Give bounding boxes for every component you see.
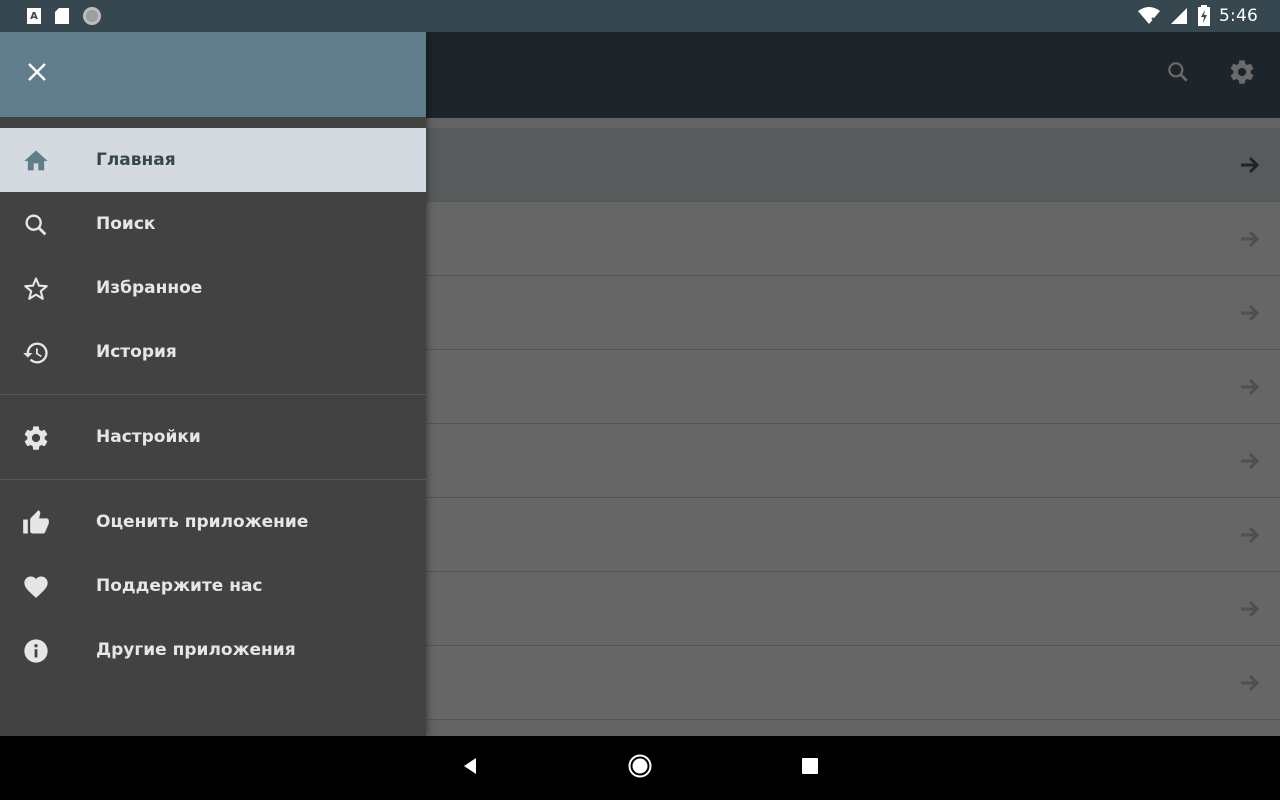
system-navigation-bar	[0, 736, 1280, 800]
drawer-menu: Главная Поиск Избранное История Настройк…	[0, 128, 426, 682]
circle-notification-icon	[82, 6, 102, 26]
drawer-item-label: Другие приложения	[96, 640, 296, 660]
font-notification-icon: A	[26, 7, 42, 25]
sd-card-icon	[54, 7, 70, 25]
close-icon	[26, 61, 48, 87]
home-button[interactable]	[628, 754, 652, 782]
heart-icon	[22, 573, 50, 601]
drawer-item-label: История	[96, 342, 177, 362]
drawer-item-rate-app[interactable]: Оценить приложение	[0, 490, 426, 554]
thumbs-up-icon	[22, 509, 50, 537]
gear-icon	[22, 424, 50, 452]
navigation-drawer: Главная Поиск Избранное История Настройк…	[0, 32, 426, 736]
search-icon	[22, 211, 50, 239]
drawer-divider	[0, 469, 426, 490]
app-area: Главная Поиск Избранное История Настройк…	[0, 32, 1280, 736]
drawer-item-settings[interactable]: Настройки	[0, 405, 426, 469]
drawer-divider	[0, 384, 426, 405]
drawer-item-label: Поиск	[96, 214, 156, 234]
battery-charging-icon	[1197, 5, 1211, 27]
drawer-item-support[interactable]: Поддержите нас	[0, 554, 426, 618]
svg-text:A: A	[30, 11, 38, 22]
status-system: 5:46	[1137, 5, 1258, 27]
home-circle-icon	[628, 754, 652, 782]
back-button[interactable]	[458, 756, 482, 780]
close-drawer-button[interactable]	[17, 54, 57, 94]
recents-button[interactable]	[798, 756, 822, 780]
drawer-item-other-apps[interactable]: Другие приложения	[0, 618, 426, 682]
drawer-item-label: Оценить приложение	[96, 512, 309, 532]
signal-icon	[1169, 6, 1189, 26]
drawer-item-home[interactable]: Главная	[0, 128, 426, 192]
drawer-item-favorites[interactable]: Избранное	[0, 256, 426, 320]
wifi-icon	[1137, 6, 1161, 26]
drawer-item-history[interactable]: История	[0, 320, 426, 384]
history-icon	[22, 339, 50, 367]
star-icon	[22, 275, 50, 303]
drawer-item-label: Поддержите нас	[96, 576, 263, 596]
drawer-item-label: Избранное	[96, 278, 203, 298]
status-notifications: A	[26, 6, 102, 26]
recents-icon	[801, 757, 819, 779]
drawer-item-label: Настройки	[96, 427, 201, 447]
back-icon	[460, 756, 480, 780]
info-icon	[22, 637, 50, 665]
clock: 5:46	[1219, 6, 1258, 26]
drawer-item-label: Главная	[96, 150, 176, 170]
status-bar: A 5:46	[0, 0, 1280, 32]
drawer-item-search[interactable]: Поиск	[0, 192, 426, 256]
drawer-header	[0, 32, 426, 117]
home-icon	[22, 147, 50, 175]
android-screen: A 5:46 Главная Поиск Избранное История Н…	[0, 0, 1280, 800]
